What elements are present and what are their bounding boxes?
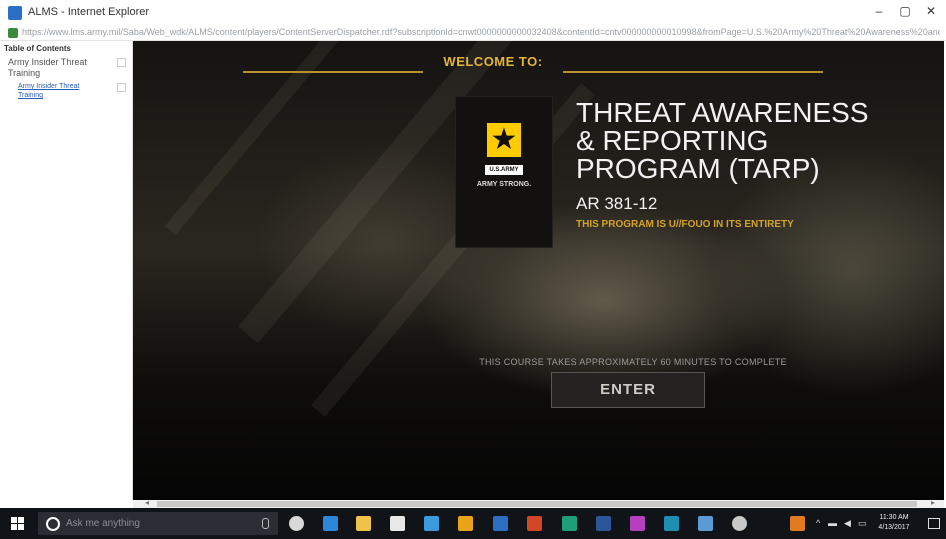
course-title-line: THREAT AWARENESS [576,97,869,128]
course-player: WELCOME TO: ★ U.S.ARMY ARMY STRONG. THRE… [133,41,944,500]
toc-status-checkbox [117,58,126,67]
store-icon[interactable] [390,516,405,531]
course-title-line: PROGRAM (TARP) [576,153,820,184]
course-title: THREAT AWARENESS & REPORTING PROGRAM (TA… [576,99,916,183]
maximize-button[interactable]: ▢ [892,4,918,18]
army-logo: ★ U.S.ARMY ARMY STRONG. [456,97,552,247]
window-title: ALMS - Internet Explorer [28,6,150,18]
welcome-rule-left [243,71,423,73]
army-strong-tagline: ARMY STRONG. [476,181,532,188]
toc-status-checkbox [117,83,126,92]
edge-icon[interactable] [323,516,338,531]
microphone-icon[interactable] [262,518,269,529]
us-army-badge: U.S.ARMY [485,165,523,175]
toc-subitem-link[interactable]: Army Insider Threat Training [18,82,96,100]
address-url[interactable]: https://www.lms.army.mil/Saba/Web_wdk/AL… [22,27,940,37]
search-placeholder: Ask me anything [66,518,140,529]
scrollbar-thumb[interactable] [157,501,917,507]
action-center-icon[interactable] [928,518,940,529]
scroll-left-icon[interactable]: ◂ [145,498,149,507]
windows-start-icon[interactable] [11,517,24,530]
tray-chevron-icon[interactable]: ^ [816,518,820,528]
internet-explorer-icon[interactable] [424,516,439,531]
app-blue-icon[interactable] [698,516,713,531]
powerpoint-icon[interactable] [527,516,542,531]
publisher-icon[interactable] [562,516,577,531]
welcome-rule-right [563,71,823,73]
onenote-icon[interactable] [630,516,645,531]
toc-item[interactable]: Army Insider Threat Training [8,57,108,79]
course-title-line: & REPORTING [576,125,769,156]
padlock-icon [8,28,18,38]
app-teal-icon[interactable] [664,516,679,531]
clock-time: 11:30 AM [879,514,909,521]
minimize-button[interactable]: – [866,4,892,18]
chrome-icon[interactable] [458,516,473,531]
cortana-icon [46,517,60,531]
army-star-emblem: ★ [487,123,521,157]
volume-icon[interactable]: ◀ [844,518,851,529]
windows-taskbar: Ask me anything ^ ▬ ◀ ▭ 11:30 AM 4/13/20… [0,508,946,539]
classification-notice: THIS PROGRAM IS U//FOUO IN ITS ENTIRETY [576,219,794,230]
task-view-icon[interactable] [289,516,304,531]
course-duration-text: THIS COURSE TAKES APPROXIMATELY 60 MINUT… [479,357,787,367]
table-of-contents: Table of Contents Army Insider Threat Tr… [0,41,133,500]
internet-explorer-icon [8,6,22,20]
clock-date: 4/13/2017 [878,524,910,531]
horizontal-scrollbar[interactable]: ◂ ▸ [133,498,944,508]
word-icon[interactable] [596,516,611,531]
close-button[interactable]: ✕ [918,4,944,18]
star-icon: ★ [490,123,518,156]
toc-title: Table of Contents [4,44,71,53]
cortana-search-box[interactable]: Ask me anything [38,512,278,535]
system-clock[interactable]: 11:30 AM 4/13/2017 [876,513,912,533]
settings-icon[interactable] [732,516,747,531]
enter-button[interactable]: ENTER [551,372,705,408]
tray-app-icon[interactable] [790,516,805,531]
network-icon[interactable]: ▬ [828,518,837,528]
title-bar: ALMS - Internet Explorer – ▢ ✕ [0,0,946,26]
file-explorer-icon[interactable] [356,516,371,531]
scroll-right-icon[interactable]: ▸ [931,498,935,507]
regulation-number: AR 381-12 [576,194,658,213]
battery-icon[interactable]: ▭ [858,518,867,529]
mail-icon[interactable] [493,516,508,531]
welcome-heading: WELCOME TO: [443,54,543,69]
address-bar[interactable]: https://www.lms.army.mil/Saba/Web_wdk/AL… [0,26,946,41]
